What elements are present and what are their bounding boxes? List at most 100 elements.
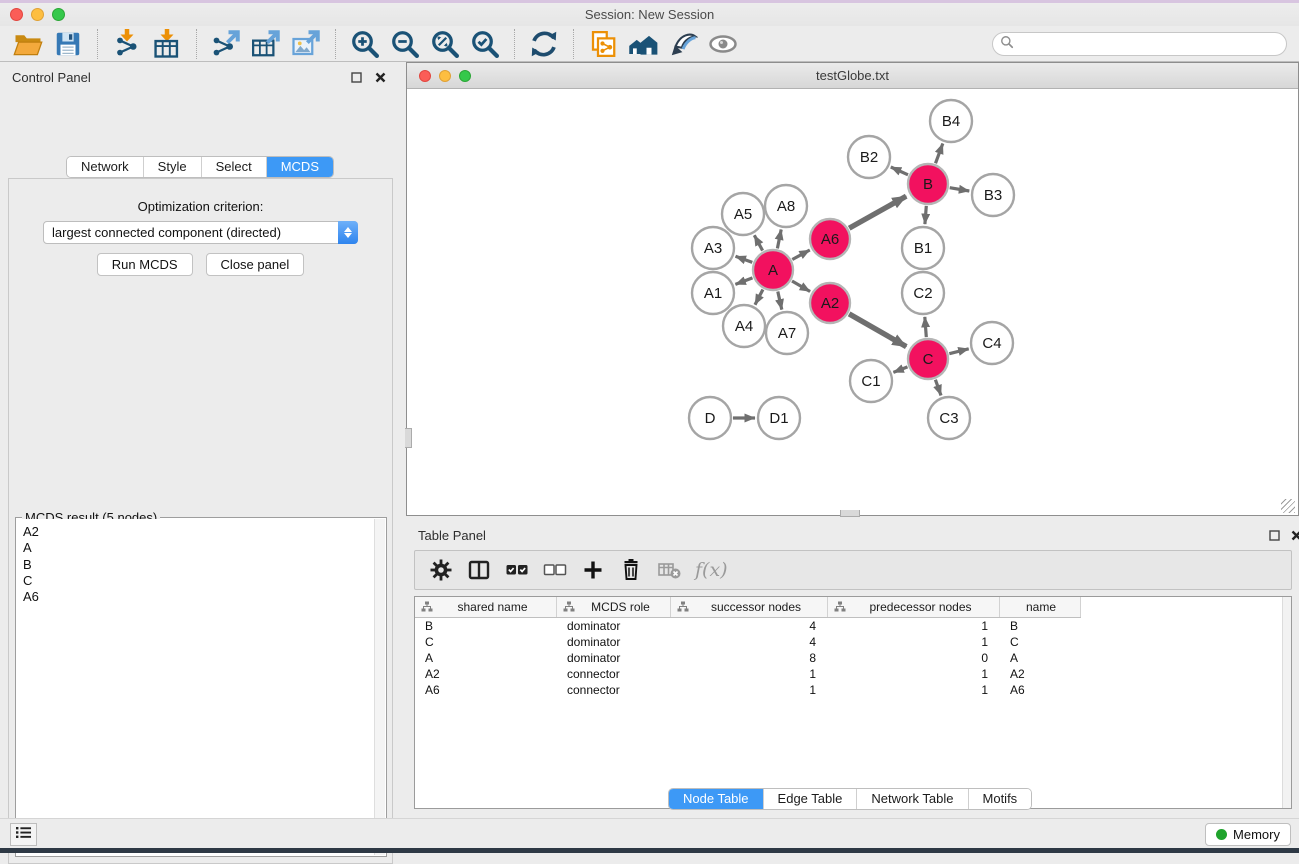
edge-A-A4[interactable]	[755, 290, 763, 305]
node-C1[interactable]: C1	[850, 360, 892, 402]
hide-annotations-icon[interactable]	[666, 28, 700, 60]
refresh-icon[interactable]	[527, 28, 561, 60]
graphics-details-icon[interactable]	[706, 28, 740, 60]
window-resize-grip[interactable]	[1281, 499, 1295, 513]
edge-C-C1[interactable]	[893, 367, 907, 373]
table-cell[interactable]: 1	[828, 667, 1000, 681]
memory-button[interactable]: Memory	[1205, 823, 1291, 846]
table-float-panel-icon[interactable]	[1266, 527, 1282, 543]
edge-C-C3[interactable]	[935, 380, 941, 396]
minimize-window-button[interactable]	[31, 8, 44, 21]
splitter-grip-bottom[interactable]	[840, 510, 860, 517]
zoom-fit-icon[interactable]	[428, 28, 462, 60]
network-graph[interactable]: AA1A2A3A4A5A6A7A8BB1B2B3B4CC1C2C3C4DD1	[408, 90, 1297, 514]
table-cell[interactable]: connector	[557, 667, 671, 681]
column-header-name[interactable]: name	[1000, 597, 1081, 617]
zoom-out-icon[interactable]	[388, 28, 422, 60]
float-panel-icon[interactable]	[348, 69, 364, 85]
table-row[interactable]: Bdominator41B	[415, 618, 1291, 634]
edge-B-B3[interactable]	[950, 188, 970, 191]
automation-panel-button[interactable]	[10, 823, 37, 846]
table-cell[interactable]: A2	[1000, 667, 1081, 681]
run-mcds-button[interactable]: Run MCDS	[97, 253, 193, 276]
result-item[interactable]: A	[23, 540, 374, 556]
node-B4[interactable]: B4	[930, 100, 972, 142]
result-item[interactable]: B	[23, 557, 374, 573]
table-cell[interactable]: 1	[828, 683, 1000, 697]
column-header-successor-nodes[interactable]: successor nodes	[671, 597, 828, 617]
column-header-shared-name[interactable]: shared name	[415, 597, 557, 617]
table-cell[interactable]: A	[1000, 651, 1081, 665]
node-A5[interactable]: A5	[722, 193, 764, 235]
node-D1[interactable]: D1	[758, 397, 800, 439]
table-cell[interactable]: dominator	[557, 619, 671, 633]
table-cell[interactable]: 0	[828, 651, 1000, 665]
node-B3[interactable]: B3	[972, 174, 1014, 216]
result-item[interactable]: A6	[23, 589, 374, 605]
node-C3[interactable]: C3	[928, 397, 970, 439]
node-A[interactable]: A	[753, 250, 793, 290]
deselect-all-icon[interactable]	[539, 555, 571, 585]
edge-A-A2[interactable]	[792, 281, 810, 292]
table-tab-network-table[interactable]: Network Table	[857, 789, 968, 809]
table-row[interactable]: A2connector11A2	[415, 666, 1291, 682]
gear-icon[interactable]	[425, 555, 457, 585]
table-cell[interactable]: 4	[671, 635, 828, 649]
node-A2[interactable]: A2	[810, 283, 850, 323]
table-cell[interactable]: C	[1000, 635, 1081, 649]
table-row[interactable]: A6connector11A6	[415, 682, 1291, 698]
delete-column-icon[interactable]	[615, 555, 647, 585]
network-minimize-button[interactable]	[439, 70, 451, 82]
zoom-in-icon[interactable]	[348, 28, 382, 60]
result-item[interactable]: A2	[23, 524, 374, 540]
table-cell[interactable]: A6	[1000, 683, 1081, 697]
result-scrollbar[interactable]	[374, 519, 385, 855]
tab-network[interactable]: Network	[67, 157, 144, 177]
table-cell[interactable]: A6	[415, 683, 557, 697]
node-A7[interactable]: A7	[766, 312, 808, 354]
search-input[interactable]	[1014, 37, 1286, 51]
edge-A-A3[interactable]	[736, 256, 753, 262]
network-zoom-button[interactable]	[459, 70, 471, 82]
network-canvas[interactable]: AA1A2A3A4A5A6A7A8BB1B2B3B4CC1C2C3C4DD1	[408, 90, 1297, 514]
table-cell[interactable]: B	[1000, 619, 1081, 633]
table-tab-node-table[interactable]: Node Table	[669, 789, 764, 809]
node-D[interactable]: D	[689, 397, 731, 439]
node-A8[interactable]: A8	[765, 185, 807, 227]
close-window-button[interactable]	[10, 8, 23, 21]
import-table-icon[interactable]	[150, 28, 184, 60]
edge-A-A1[interactable]	[735, 278, 752, 285]
node-B[interactable]: B	[908, 164, 948, 204]
export-table-icon[interactable]	[249, 28, 283, 60]
node-B1[interactable]: B1	[902, 227, 944, 269]
table-cell[interactable]: 1	[828, 635, 1000, 649]
table-cell[interactable]: 1	[671, 683, 828, 697]
table-cell[interactable]: C	[415, 635, 557, 649]
edge-B-B1[interactable]	[925, 206, 926, 224]
table-cell[interactable]: 4	[671, 619, 828, 633]
node-C[interactable]: C	[908, 339, 948, 379]
export-network-icon[interactable]	[209, 28, 243, 60]
splitter-grip-left[interactable]	[405, 428, 412, 448]
table-cell[interactable]: 1	[671, 667, 828, 681]
select-all-icon[interactable]	[501, 555, 533, 585]
edge-C-C2[interactable]	[925, 317, 927, 337]
network-from-selection-icon[interactable]	[586, 28, 620, 60]
table-row[interactable]: Cdominator41C	[415, 634, 1291, 650]
table-close-panel-icon[interactable]	[1288, 527, 1299, 543]
table-cell[interactable]: A	[415, 651, 557, 665]
table-scrollbar[interactable]	[1282, 597, 1291, 808]
table-cell[interactable]: connector	[557, 683, 671, 697]
table-cell[interactable]: dominator	[557, 651, 671, 665]
result-item[interactable]: C	[23, 573, 374, 589]
network-window-titlebar[interactable]: testGlobe.txt	[407, 63, 1298, 89]
import-network-icon[interactable]	[110, 28, 144, 60]
node-B2[interactable]: B2	[848, 136, 890, 178]
cyndex-icon[interactable]	[626, 28, 660, 60]
edge-A-A5[interactable]	[754, 235, 762, 250]
column-header-predecessor-nodes[interactable]: predecessor nodes	[828, 597, 1000, 617]
open-file-icon[interactable]	[11, 28, 45, 60]
table-cell[interactable]: dominator	[557, 635, 671, 649]
node-A4[interactable]: A4	[723, 305, 765, 347]
table-cell[interactable]: B	[415, 619, 557, 633]
